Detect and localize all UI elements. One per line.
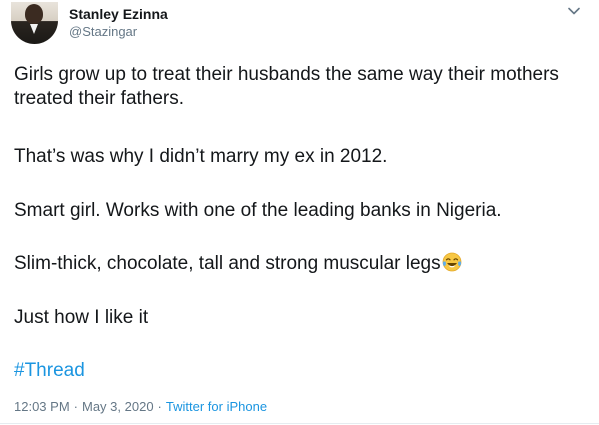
tweet-paragraph-with-emoji: Slim-thick, chocolate, tall and strong m… — [14, 252, 462, 276]
tweet-paragraph-text: Slim-thick, chocolate, tall and strong m… — [14, 253, 441, 274]
author-handle[interactable]: @Stazingar — [69, 24, 137, 39]
chevron-down-icon[interactable] — [566, 4, 582, 18]
tweet-paragraph: That’s was why I didn’t marry my ex in 2… — [14, 146, 388, 167]
tweet-source-link[interactable]: Twitter for iPhone — [166, 399, 267, 414]
tweet-paragraph: Girls grow up to treat their husbands th… — [14, 64, 559, 109]
meta-separator: · — [157, 399, 162, 414]
tweet-time[interactable]: 12:03 PM — [14, 399, 70, 414]
author-display-name[interactable]: Stanley Ezinna — [69, 6, 168, 22]
tweet-paragraph: Just how I like it — [14, 307, 149, 328]
tweet-paragraph: Smart girl. Works with one of the leadin… — [14, 200, 502, 221]
avatar-collar-shape — [30, 24, 38, 34]
face-with-tears-of-joy-icon — [442, 252, 462, 272]
hashtag-link[interactable]: #Thread — [14, 359, 85, 383]
meta-separator: · — [73, 399, 78, 414]
divider — [0, 423, 599, 424]
avatar[interactable] — [11, 2, 58, 44]
tweet-metadata: 12:03 PM · May 3, 2020 · Twitter for iPhone — [14, 399, 267, 415]
tweet-date[interactable]: May 3, 2020 — [82, 399, 154, 414]
tweet-card: Stanley Ezinna @Stazingar Girls grow up … — [0, 0, 599, 425]
avatar-head-shape — [25, 4, 43, 24]
